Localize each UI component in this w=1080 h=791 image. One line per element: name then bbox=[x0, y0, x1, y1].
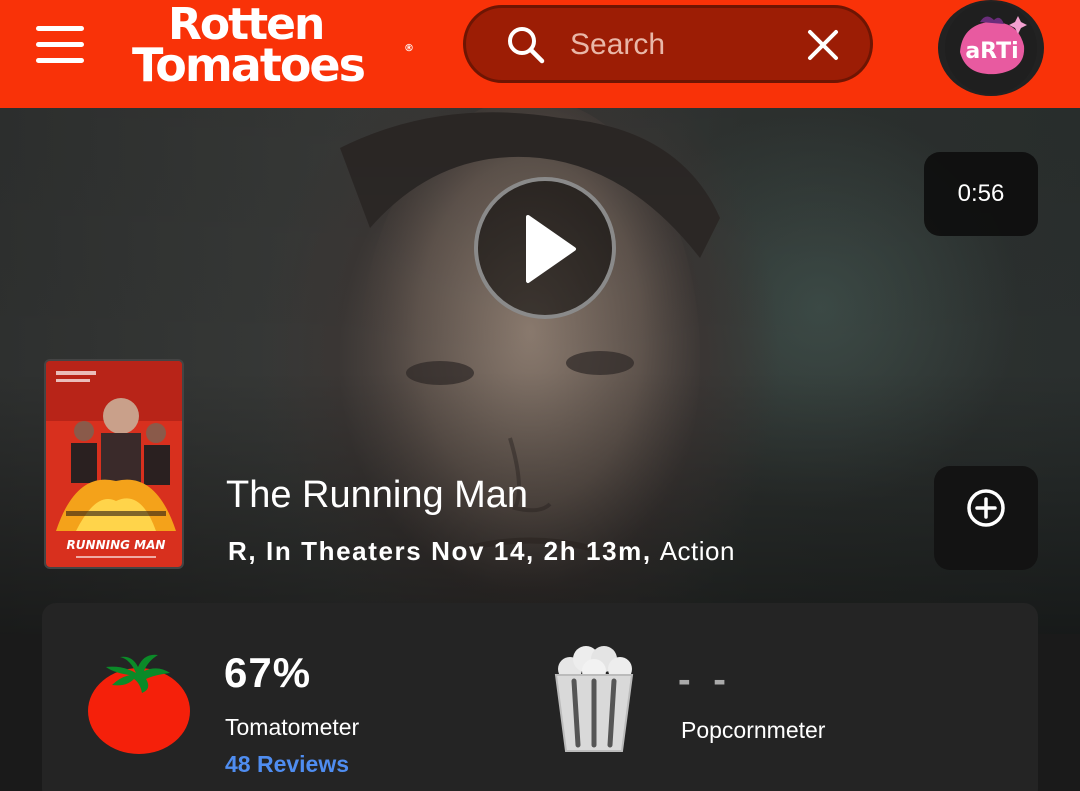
play-icon bbox=[526, 215, 576, 283]
poster-title: RUNNING MAN bbox=[67, 538, 166, 552]
logo-registered-mark: ® bbox=[404, 43, 414, 54]
movie-genre[interactable]: Action bbox=[660, 536, 735, 566]
close-icon[interactable] bbox=[806, 28, 840, 62]
movie-rating-release-runtime: R, In Theaters Nov 14, 2h 13m, bbox=[228, 536, 652, 566]
popcorn-icon bbox=[554, 646, 634, 752]
app-header: Rotten Tomatoes ® aRTi bbox=[0, 0, 1080, 108]
video-duration: 0:56 bbox=[924, 152, 1038, 236]
add-to-watchlist-button[interactable] bbox=[934, 466, 1038, 570]
tomato-icon bbox=[88, 654, 190, 754]
search-input[interactable] bbox=[570, 26, 780, 64]
add-circle-icon bbox=[967, 489, 1005, 527]
movie-poster[interactable]: RUNNING MAN bbox=[44, 359, 184, 569]
rotten-tomatoes-logo[interactable]: Rotten Tomatoes ® bbox=[132, 3, 416, 92]
score-card: 67% Tomatometer 48 Reviews - - Popcornme… bbox=[42, 603, 1038, 791]
play-button[interactable] bbox=[474, 177, 616, 319]
popcornmeter-label: Popcornmeter bbox=[681, 717, 826, 743]
logo-line-2: Tomatoes bbox=[132, 38, 366, 92]
avatar-label: aRTi bbox=[965, 39, 1018, 64]
reviews-link[interactable]: 48 Reviews bbox=[225, 751, 349, 778]
movie-meta: R, In Theaters Nov 14, 2h 13m, Action bbox=[228, 536, 735, 567]
search-icon[interactable] bbox=[506, 25, 546, 65]
movie-title: The Running Man bbox=[226, 474, 529, 516]
menu-icon[interactable] bbox=[36, 26, 84, 64]
popcornmeter-score: - - bbox=[678, 659, 732, 701]
search-bar bbox=[463, 5, 873, 83]
tomatometer-label: Tomatometer bbox=[225, 714, 360, 740]
tomatometer-score[interactable]: 67% bbox=[224, 649, 311, 697]
avatar[interactable]: aRTi bbox=[938, 0, 1044, 96]
